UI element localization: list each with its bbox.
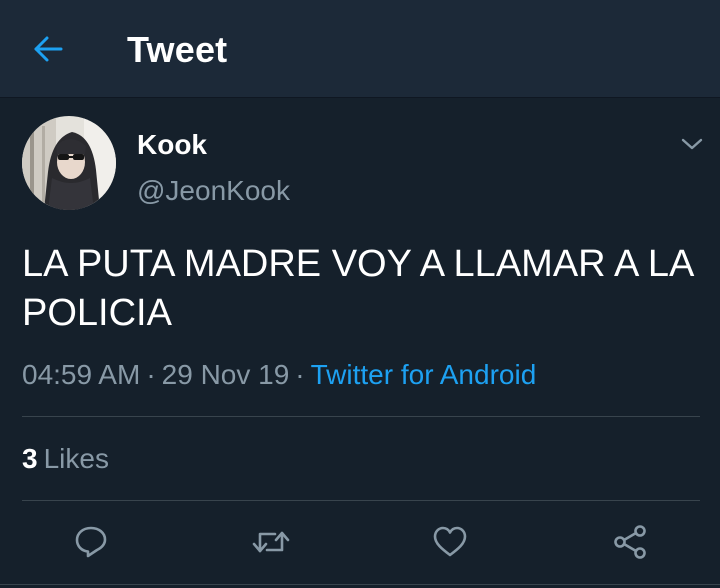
tweet-time: 04:59 AM: [22, 359, 141, 390]
page-title: Tweet: [127, 29, 228, 70]
separator: ·: [295, 359, 305, 390]
divider: [0, 584, 720, 585]
arrow-left-icon: [34, 36, 63, 62]
tweet-date: 29 Nov 19: [161, 359, 290, 390]
divider: [22, 500, 700, 501]
tweet-source-link[interactable]: Twitter for Android: [311, 359, 537, 390]
likes-stat[interactable]: 3 Likes: [22, 442, 109, 476]
retweet-button[interactable]: [247, 520, 295, 564]
back-button[interactable]: [24, 27, 72, 71]
likes-label: Likes: [43, 443, 109, 474]
author-display-name[interactable]: Kook: [137, 128, 207, 162]
tweet-text: LA PUTA MADRE VOY A LLAMAR A LA POLICIA: [22, 243, 693, 334]
author-handle: @JeonKook: [137, 175, 290, 206]
share-button[interactable]: [606, 520, 654, 564]
retweet-icon: [252, 531, 290, 553]
tweet-menu-button[interactable]: [672, 128, 712, 160]
avatar[interactable]: [22, 116, 116, 210]
divider: [22, 416, 700, 417]
heart-icon: [433, 526, 467, 557]
likes-count: 3: [22, 443, 38, 474]
share-icon: [614, 525, 646, 559]
top-app-bar: Tweet: [0, 0, 720, 98]
reply-button[interactable]: [67, 520, 115, 564]
separator: ·: [146, 359, 156, 390]
tweet-meta: 04:59 AM · 29 Nov 19 · Twitter for Android: [22, 358, 536, 392]
reply-icon: [75, 526, 107, 558]
chevron-down-icon: [681, 138, 703, 150]
like-button[interactable]: [426, 520, 474, 564]
